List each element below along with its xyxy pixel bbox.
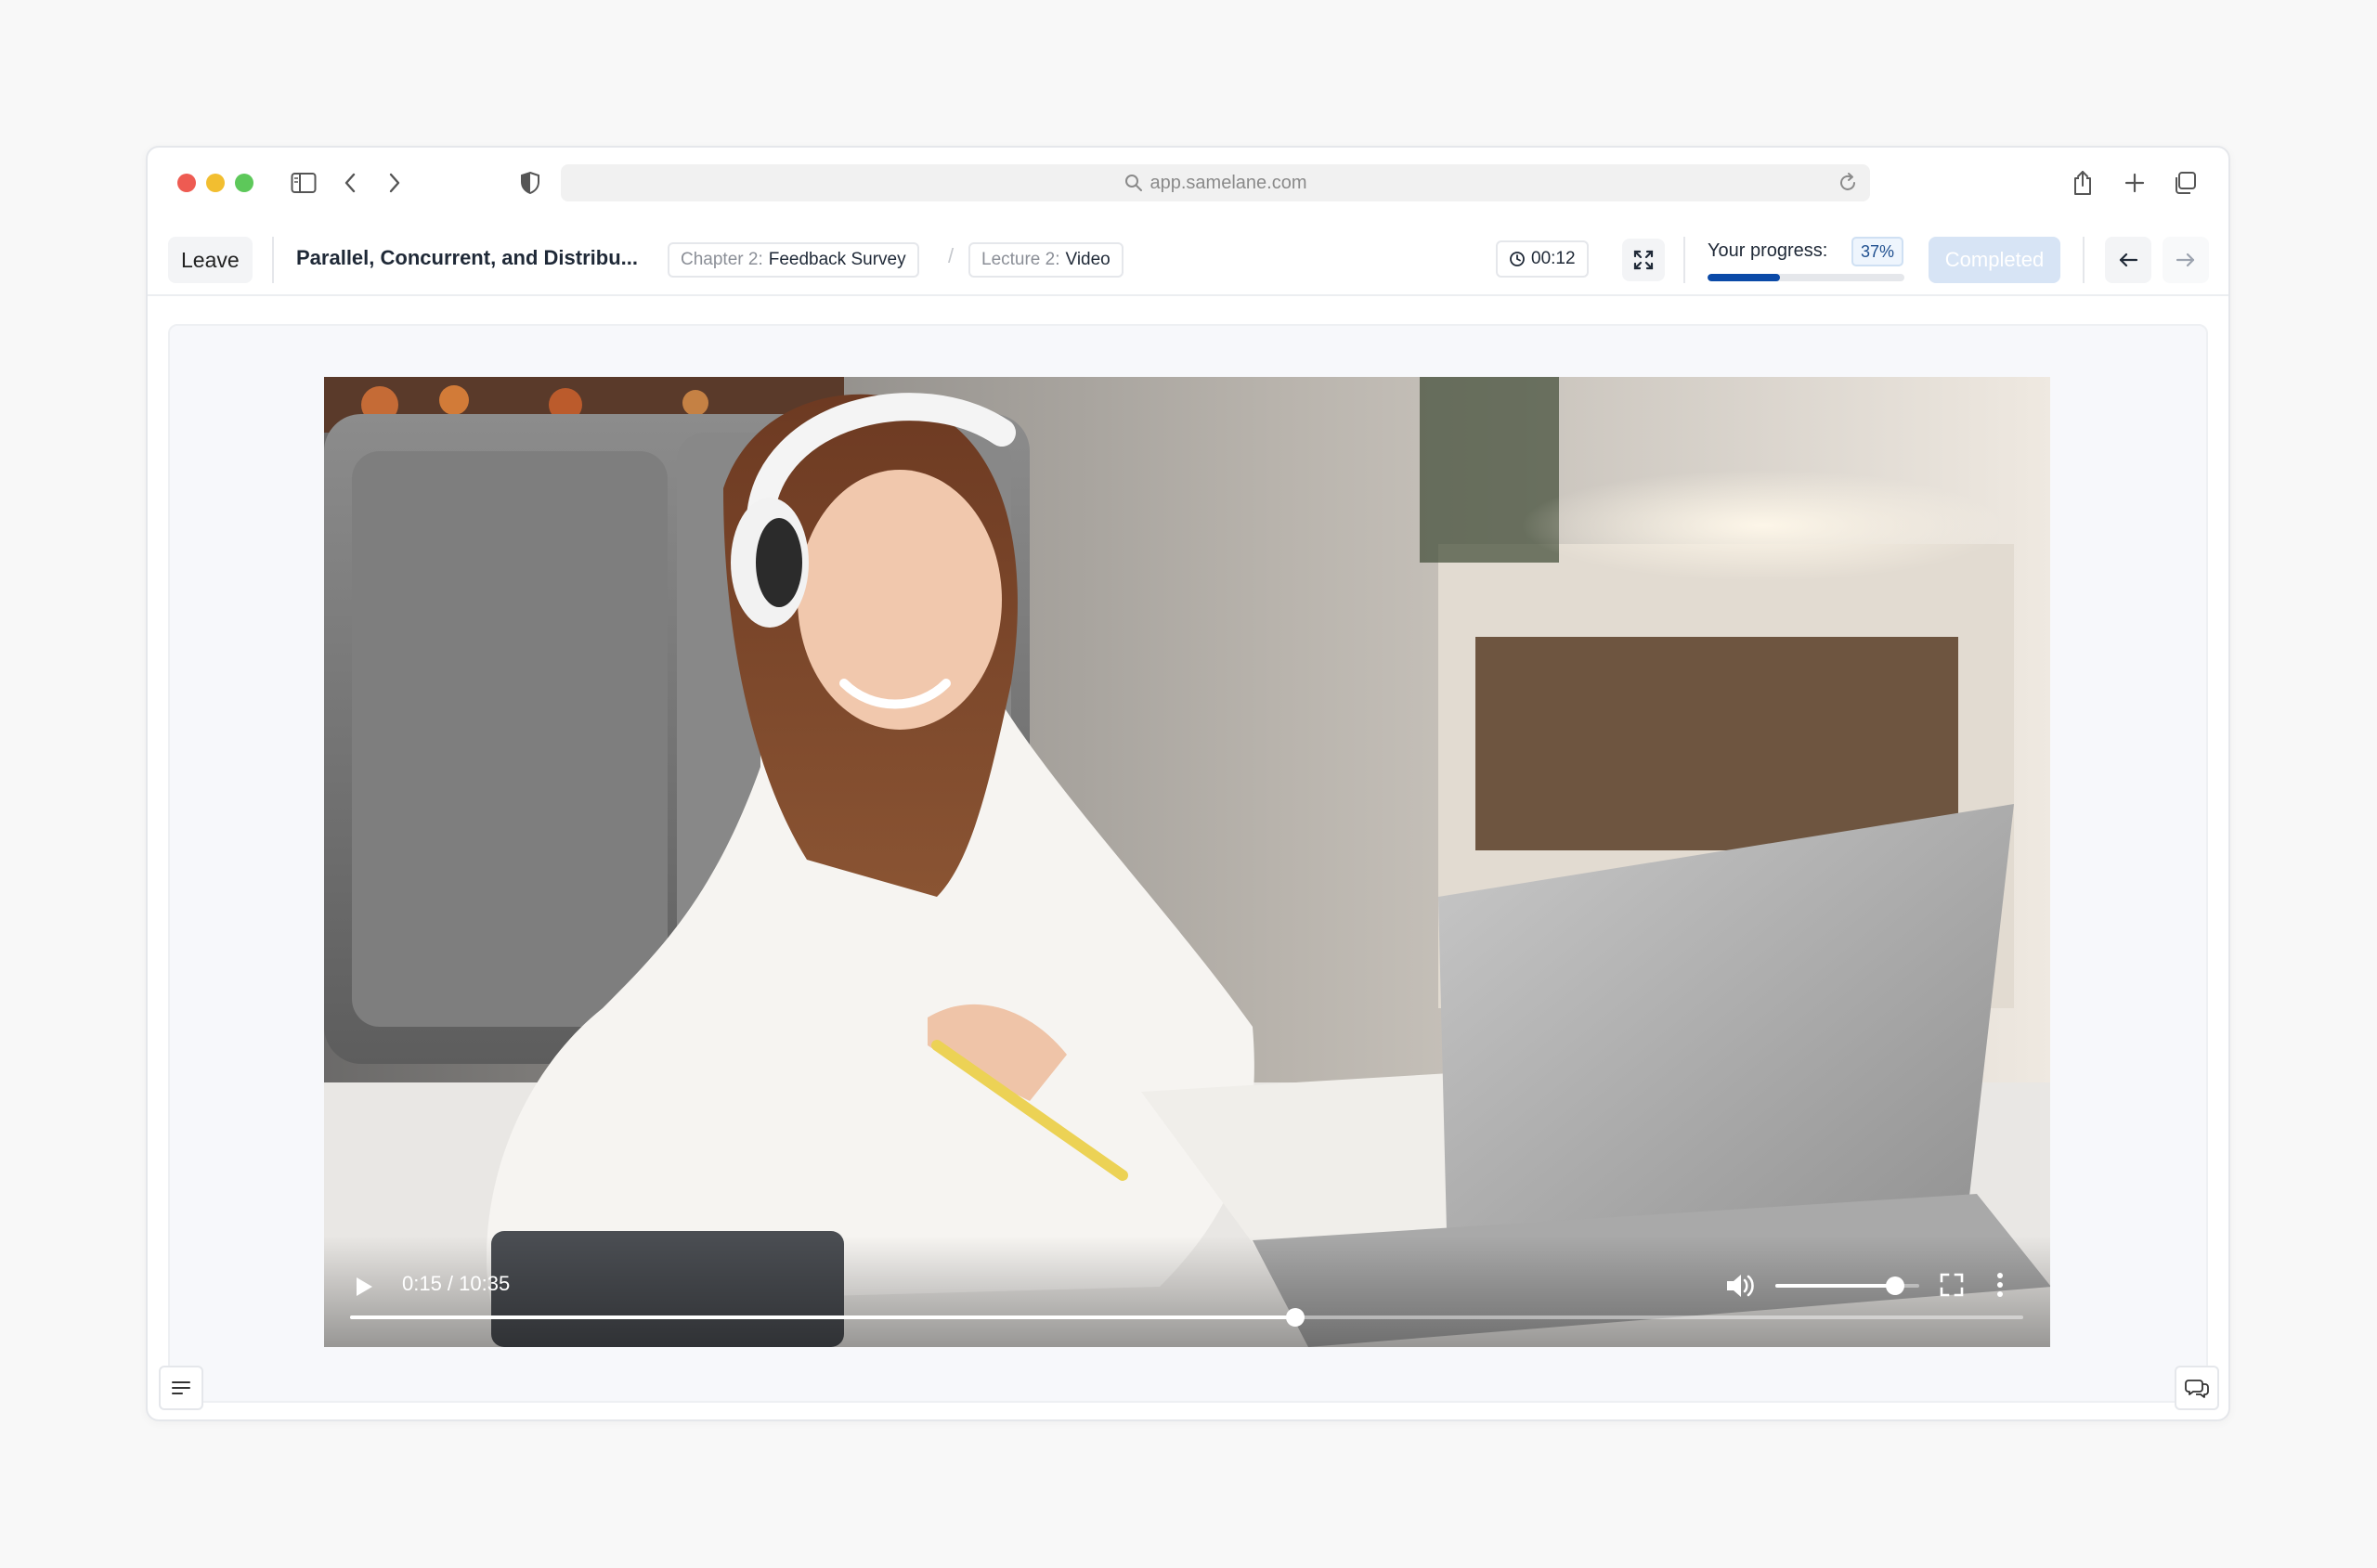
divider [1683,237,1685,283]
progress-bar [1708,274,1904,281]
clock-icon [1509,251,1526,267]
next-lesson-button[interactable] [2163,237,2209,283]
previous-lesson-button[interactable] [2105,237,2151,283]
leave-button[interactable]: Leave [168,237,253,283]
progress-label: Your progress: [1708,240,1828,261]
minimize-window-button[interactable] [206,174,225,192]
timer-text: 00:12 [1531,249,1576,268]
video-controls [324,1236,2050,1347]
video-time: 0:15 / 10:35 [402,1272,511,1295]
volume-icon [1724,1271,1756,1301]
lecture-name: Video [1065,250,1111,269]
maximize-window-button[interactable] [235,174,253,192]
address-bar[interactable]: app.samelane.com [561,164,1870,201]
expand-button[interactable] [1622,239,1665,281]
close-window-button[interactable] [177,174,196,192]
video-seek-handle[interactable] [1286,1308,1305,1327]
fullscreen-button[interactable] [1940,1273,1964,1297]
reload-icon[interactable] [1837,172,1859,200]
forward-chevron-icon[interactable] [378,166,411,200]
chapter-prefix: Chapter 2: [681,250,763,269]
chat-icon [2185,1377,2209,1399]
browser-window: app.samelane.com Leave Parallel, Concurr… [146,146,2230,1421]
browser-titlebar: app.samelane.com [148,148,2228,222]
course-title: Parallel, Concurrent, and Distribu... [296,246,638,269]
shield-icon[interactable] [513,166,547,200]
progress-percent-badge: 37% [1851,237,1904,266]
lecture-breadcrumb[interactable]: Lecture 2: Video [968,242,1124,278]
play-button[interactable] [352,1275,376,1299]
search-icon [1124,174,1143,192]
lecture-prefix: Lecture 2: [981,250,1060,269]
back-chevron-icon[interactable] [333,166,367,200]
arrow-right-icon [2176,252,2196,268]
breadcrumb-separator: / [948,244,955,267]
divider [272,237,274,283]
volume-slider[interactable] [1775,1276,1919,1295]
arrow-left-icon [2118,252,2138,268]
chapter-name: Feedback Survey [768,250,906,269]
volume-slider-fill [1775,1284,1895,1288]
expand-icon [1633,250,1654,270]
video-frame-image [324,377,2050,1347]
play-icon [354,1276,374,1298]
completed-button[interactable]: Completed [1929,237,2060,283]
timer-badge: 00:12 [1496,240,1589,278]
chapter-breadcrumb[interactable]: Chapter 2: Feedback Survey [668,242,919,278]
url-text: app.samelane.com [1150,172,1307,193]
more-options-button[interactable] [1995,1271,2005,1299]
outline-button[interactable] [159,1366,203,1410]
more-vertical-icon [1995,1271,2005,1299]
plus-icon[interactable] [2118,166,2151,200]
fullscreen-icon [1940,1273,1964,1297]
video-seek-bar[interactable] [350,1308,2023,1327]
video-player[interactable]: 0:15 / 10:35 [324,377,2050,1347]
list-icon [171,1380,191,1396]
volume-slider-handle[interactable] [1885,1276,1904,1295]
progress-bar-fill [1708,274,1781,281]
volume-button[interactable] [1724,1271,1756,1301]
chat-button[interactable] [2175,1366,2219,1410]
divider [2083,237,2085,283]
tabs-icon[interactable] [2168,166,2202,200]
share-icon[interactable] [2066,166,2099,200]
video-seek-bar-fill [350,1315,1296,1319]
lesson-header: Leave Parallel, Concurrent, and Distribu… [148,222,2228,296]
sidebar-icon[interactable] [287,166,320,200]
